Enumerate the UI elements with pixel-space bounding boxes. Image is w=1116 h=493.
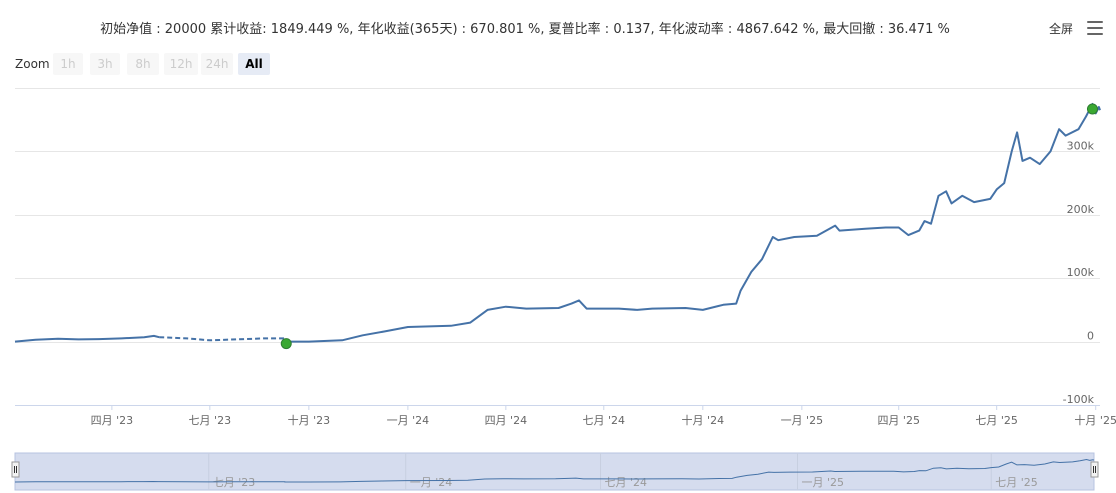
navigator-tick-label: 七月 '25	[995, 476, 1038, 489]
navigator-tick-label: 七月 '24	[605, 476, 648, 489]
equity-line-chart[interactable]: -100k 0 100k 200k 300k 四月 '23 七月 '23 十月 '23 一月 …	[0, 0, 1116, 493]
y-tick-label: 100k	[1067, 266, 1095, 279]
y-tick-label: 200k	[1067, 203, 1095, 216]
x-tick-label: 七月 '25	[975, 414, 1018, 427]
grid-lines	[15, 88, 1100, 406]
y-tick-label: -100k	[1063, 393, 1095, 406]
equity-line-segment	[14, 334, 160, 343]
y-tick-label: 300k	[1067, 139, 1095, 152]
x-tick-label: 七月 '24	[583, 414, 626, 427]
equity-line-segment	[286, 102, 1101, 343]
navigator-right-handle[interactable]	[1090, 461, 1099, 478]
x-tick-label: 一月 '24	[387, 414, 430, 427]
handle-body[interactable]	[1090, 461, 1099, 478]
navigator-tick-label: 七月 '23	[213, 476, 256, 489]
x-tick-label: 四月 '23	[91, 414, 134, 427]
navigator: 七月 '23 一月 '24 七月 '24 一月 '25 七月 '25	[11, 452, 1099, 491]
navigator-tick-label: 一月 '25	[801, 476, 844, 489]
navigator-tick-label: 一月 '24	[410, 476, 453, 489]
x-axis-labels: 四月 '23 七月 '23 十月 '23 一月 '24 四月 '24 七月 '24 十月 '…	[15, 405, 1116, 427]
handle-body[interactable]	[11, 461, 20, 478]
x-tick-label: 四月 '25	[877, 414, 920, 427]
x-tick-label: 四月 '24	[485, 414, 528, 427]
navigator-left-handle[interactable]	[11, 461, 20, 478]
navigator-range-mask	[14, 452, 1095, 491]
trade-flag-marker[interactable]	[1086, 103, 1098, 115]
x-tick-label: 十月 '23	[288, 413, 331, 427]
series-equity	[14, 102, 1101, 343]
equity-line-gap-segment	[159, 336, 287, 342]
y-tick-label: 0	[1087, 330, 1094, 343]
x-tick-label: 一月 '25	[781, 414, 824, 427]
x-tick-label: 十月 '24	[682, 413, 725, 427]
y-axis-labels: -100k 0 100k 200k 300k	[1063, 139, 1095, 406]
trade-flags	[280, 103, 1098, 350]
x-tick-label: 十月 '25	[1074, 413, 1116, 427]
x-tick-label: 七月 '23	[189, 414, 232, 427]
trade-flag-marker[interactable]	[280, 338, 292, 350]
